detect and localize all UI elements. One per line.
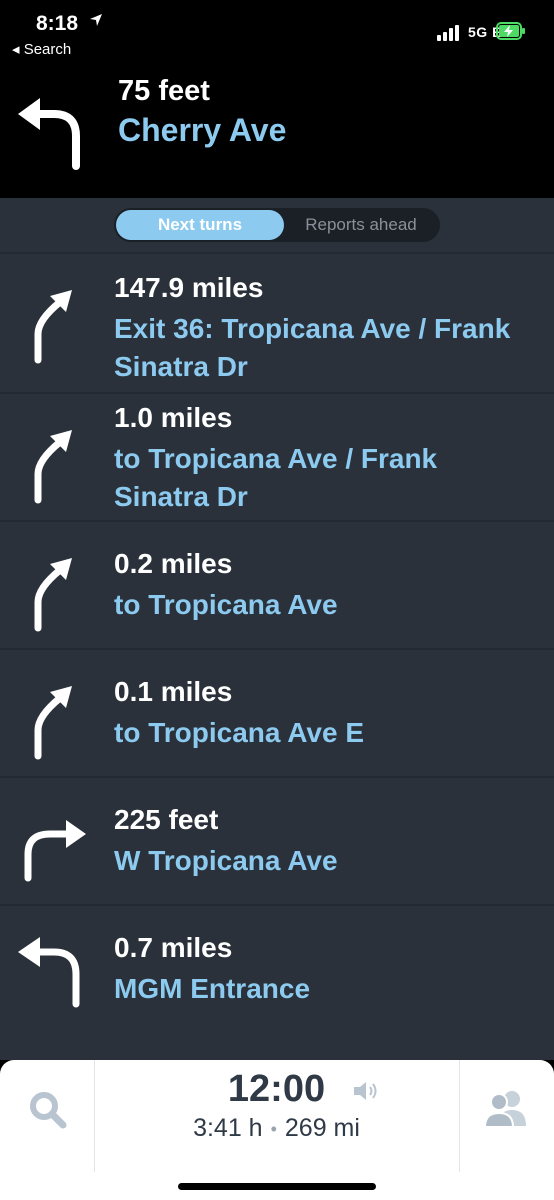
battery-charging-icon — [496, 22, 525, 40]
turn-street: W Tropicana Ave — [114, 845, 338, 876]
turn-distance: 0.7 miles — [114, 932, 233, 963]
back-to-search-link[interactable]: ◂ Search — [12, 40, 71, 58]
trip-summary-bar: 12:00 3:41 h • 269 mi — [0, 1060, 554, 1200]
next-turns-list: 147.9 miles Exit 36: Tropicana Ave / Fra… — [0, 252, 554, 1060]
speaker-icon[interactable] — [352, 1080, 380, 1102]
turn-row[interactable]: 0.7 miles MGM Entrance — [0, 904, 554, 1032]
trip-duration: 3:41 h — [193, 1114, 263, 1142]
current-distance: 75 feet — [118, 75, 210, 107]
separator-dot: • — [270, 1118, 277, 1139]
search-icon[interactable] — [28, 1090, 68, 1130]
turn-street: to Tropicana Ave / Frank Sinatra Dr — [114, 443, 438, 512]
home-indicator — [178, 1183, 376, 1190]
current-instruction[interactable]: 75 feet Cherry Ave — [0, 70, 554, 198]
turn-row[interactable]: 1.0 miles to Tropicana Ave / Frank Sinat… — [0, 392, 554, 520]
turn-row[interactable]: 147.9 miles Exit 36: Tropicana Ave / Fra… — [0, 252, 554, 382]
status-time: 8:18 — [36, 12, 79, 35]
trip-distance: 269 mi — [284, 1114, 360, 1142]
turn-row[interactable]: 225 feet W Tropicana Ave — [0, 776, 554, 904]
turn-distance: 147.9 miles — [114, 272, 264, 303]
turn-street: Exit 36: Tropicana Ave / Frank Sinatra D… — [114, 313, 511, 382]
turn-left-icon — [18, 937, 80, 1008]
turn-distance: 1.0 miles — [114, 402, 233, 433]
turn-street: MGM Entrance — [114, 973, 311, 1004]
tab-reports-ahead[interactable]: Reports ahead — [286, 210, 436, 240]
turn-left-icon — [18, 98, 80, 170]
list-tab-bar: Next turns Reports ahead — [0, 198, 554, 252]
turn-distance: 225 feet — [114, 804, 219, 835]
eta-time[interactable]: 12:00 — [94, 1068, 459, 1111]
segmented-control: Next turns Reports ahead — [114, 208, 440, 242]
slight-right-turn-icon — [34, 282, 72, 364]
tab-next-turns[interactable]: Next turns — [116, 210, 284, 240]
current-street: Cherry Ave — [118, 112, 287, 148]
turn-street: to Tropicana Ave E — [114, 717, 364, 748]
friends-icon[interactable] — [484, 1088, 528, 1128]
turn-row[interactable]: 0.1 miles to Tropicana Ave E — [0, 648, 554, 776]
location-arrow-icon — [90, 14, 102, 26]
turn-distance: 0.1 miles — [114, 676, 233, 707]
trip-info[interactable]: 3:41 h • 269 mi — [94, 1114, 459, 1143]
slight-right-turn-icon — [34, 550, 72, 632]
divider — [459, 1060, 460, 1172]
status-bar: 8:18 ◂ Search 5G E — [0, 0, 554, 70]
turn-row[interactable]: 0.2 miles to Tropicana Ave — [0, 520, 554, 648]
turn-distance: 0.2 miles — [114, 548, 233, 579]
slight-right-turn-icon — [34, 422, 72, 504]
cellular-signal-icon — [437, 25, 459, 41]
turn-street: to Tropicana Ave — [114, 589, 338, 620]
turn-right-icon — [24, 820, 86, 882]
slight-right-turn-icon — [34, 678, 72, 760]
